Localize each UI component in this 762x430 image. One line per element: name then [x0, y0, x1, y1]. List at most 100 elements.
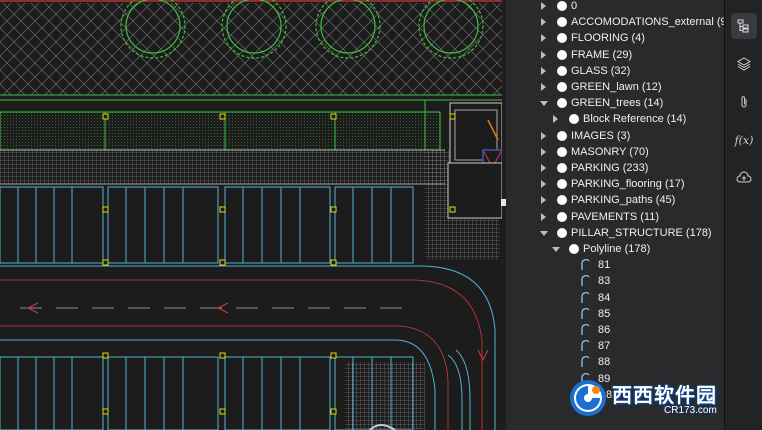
layer-tree-item[interactable]: PAVEMENTS (11)	[506, 209, 724, 225]
layer-tree-item[interactable]: IMAGES (3)	[506, 128, 724, 144]
polyline-icon	[581, 259, 590, 271]
attachments-button[interactable]	[731, 89, 757, 115]
layer-tree-label: FRAME (29)	[571, 48, 633, 61]
chevron-right-icon[interactable]	[541, 34, 546, 43]
circle-icon	[557, 82, 567, 92]
layer-tree-item[interactable]: PILLAR_STRUCTURE (178)	[506, 225, 724, 241]
circle-icon	[557, 1, 567, 11]
layer-tree-item[interactable]: PARKING_paths (45)	[506, 192, 724, 208]
drawing-canvas[interactable]	[0, 0, 502, 430]
layer-tree-item[interactable]: PARKING_flooring (17)	[506, 176, 724, 192]
layer-tree-item[interactable]: ACCOMODATIONS_external (9	[506, 14, 724, 30]
chevron-right-icon[interactable]	[541, 180, 546, 189]
layer-tree-label: 87	[598, 340, 611, 353]
layer-tree-label: ACCOMODATIONS_external (9	[571, 16, 724, 29]
circle-icon	[557, 33, 567, 44]
circle-icon	[557, 163, 567, 173]
layer-tree-label: PILLAR_STRUCTURE (178)	[571, 226, 712, 239]
chevron-right-icon[interactable]	[541, 66, 546, 75]
layer-tree-label: GREEN_lawn (12)	[571, 81, 662, 93]
chevron-right-icon[interactable]	[541, 18, 546, 27]
layer-tree-label: MASONRY (70)	[571, 145, 649, 158]
cloud-upload-button[interactable]	[731, 165, 757, 191]
circle-icon	[557, 98, 567, 109]
layer-tree-item[interactable]: Block Reference (14)	[506, 111, 724, 127]
layer-tree-item[interactable]: 85	[506, 306, 724, 322]
polyline-icon	[581, 307, 590, 319]
layer-tree-label: IMAGES (3)	[571, 129, 631, 142]
layer-tree-item[interactable]: GREEN_trees (14)	[506, 95, 724, 111]
layer-tree-label: 84	[598, 291, 611, 304]
polyline-icon	[581, 356, 590, 368]
cloud-upload-icon	[736, 171, 752, 183]
circle-icon	[557, 17, 567, 28]
layer-tree-item[interactable]: 0	[506, 0, 724, 14]
chevron-right-icon[interactable]	[541, 212, 546, 221]
circle-icon	[557, 211, 567, 222]
chevron-down-icon[interactable]	[540, 101, 548, 107]
chevron-right-icon[interactable]	[541, 147, 546, 156]
layer-tree-item[interactable]: 88	[506, 354, 724, 370]
layer-tree-item[interactable]: 81	[506, 257, 724, 273]
circle-icon	[557, 49, 567, 60]
layers-icon	[737, 57, 751, 71]
circle-icon	[557, 130, 567, 141]
layer-tree-label: Block Reference (14)	[583, 113, 687, 126]
watermark-url: CR173.com	[664, 405, 717, 416]
polyline-icon	[581, 275, 590, 287]
paving-band	[0, 150, 445, 184]
layer-tree-label: PARKING_paths (45)	[571, 194, 676, 207]
layer-tree-item[interactable]: FRAME (29)	[506, 47, 724, 63]
layer-tree-label: 83	[598, 275, 611, 288]
chevron-down-icon[interactable]	[552, 247, 560, 252]
layer-tree-item[interactable]: 86	[506, 322, 724, 338]
chevron-right-icon[interactable]	[541, 2, 546, 10]
layer-tree-label: 86	[598, 324, 611, 336]
layer-tree-item[interactable]: Polyline (178)	[506, 241, 724, 257]
side-toolbar: f(x)	[724, 0, 762, 430]
tree-view-button[interactable]	[731, 13, 757, 39]
building-corner	[447, 102, 502, 219]
chevron-right-icon[interactable]	[541, 131, 546, 140]
function-icon: f(x)	[734, 133, 754, 147]
chevron-right-icon[interactable]	[541, 50, 546, 59]
polyline-icon	[581, 291, 590, 303]
layer-tree-label: GREEN_trees (14)	[571, 97, 664, 110]
layer-tree-label: 81	[598, 259, 611, 272]
layer-tree-item[interactable]: 87	[506, 338, 724, 354]
watermark-title: 西西软件园	[612, 383, 717, 407]
layer-tree-label: 0	[571, 0, 578, 12]
polyline-icon	[581, 324, 590, 335]
chevron-right-icon[interactable]	[541, 196, 546, 205]
circle-icon	[557, 227, 567, 238]
circle-icon	[557, 146, 567, 157]
layer-tree-item[interactable]: GREEN_lawn (12)	[506, 79, 724, 95]
layer-tree-item[interactable]: MASONRY (70)	[506, 144, 724, 160]
layer-tree-label: PARKING (233)	[571, 162, 649, 174]
chevron-down-icon[interactable]	[540, 230, 548, 236]
circle-icon	[557, 65, 567, 76]
circle-icon	[557, 195, 567, 206]
layer-tree-item[interactable]: 83	[506, 273, 724, 289]
parking-row-upper	[0, 186, 414, 264]
layers-button[interactable]	[731, 51, 757, 77]
watermark-logo	[570, 380, 606, 416]
layer-tree-item[interactable]: PARKING (233)	[506, 160, 724, 176]
hatch-paving	[0, 3, 502, 95]
tree-view-icon	[737, 19, 749, 33]
layers-tree-panel[interactable]: 0 ACCOMODATIONS_external (9 FLOORING (4) FR…	[506, 0, 724, 430]
layer-tree-label: 88	[598, 356, 611, 369]
chevron-right-icon[interactable]	[541, 83, 546, 91]
chevron-right-icon[interactable]	[553, 115, 558, 124]
layer-tree-label: FLOORING (4)	[571, 32, 645, 45]
cad-drawing	[0, 0, 502, 430]
layer-tree-item[interactable]: 84	[506, 290, 724, 306]
function-button[interactable]: f(x)	[731, 127, 757, 153]
paperclip-icon	[741, 96, 747, 108]
layer-tree-item[interactable]: GLASS (32)	[506, 63, 724, 79]
layer-tree-item[interactable]: FLOORING (4)	[506, 30, 724, 46]
polyline-icon	[581, 340, 590, 352]
watermark: 西西软件园 CR173.com	[568, 376, 748, 424]
chevron-right-icon[interactable]	[541, 164, 546, 172]
layer-tree-label: PAVEMENTS (11)	[571, 210, 660, 223]
